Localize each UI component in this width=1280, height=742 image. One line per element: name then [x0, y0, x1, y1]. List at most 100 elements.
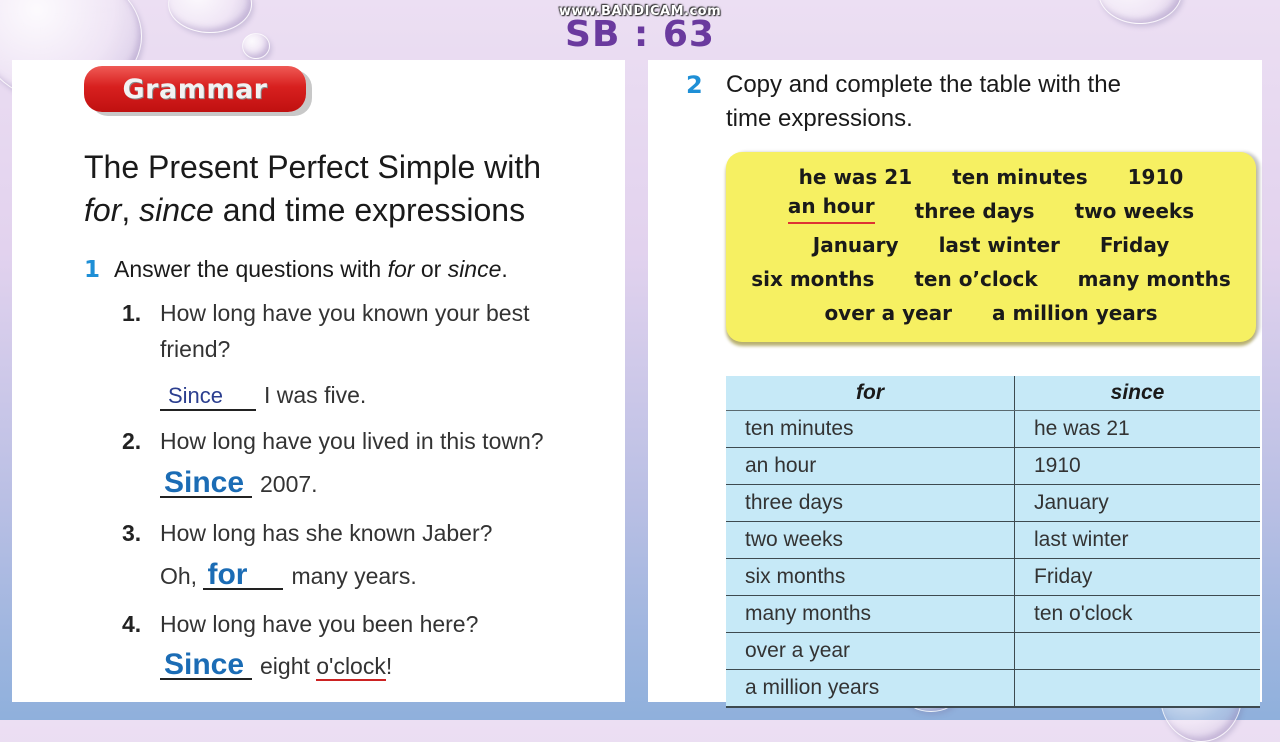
question-2: 2. How long have you lived in this town?	[122, 428, 544, 455]
heading-for: for	[84, 192, 122, 228]
word-item: six months	[751, 267, 875, 291]
word-item: many months	[1077, 267, 1231, 291]
annotated-word: o'clock	[316, 653, 386, 681]
word-item: ten o’clock	[914, 267, 1038, 291]
word-item: last winter	[938, 233, 1060, 257]
heading-rest: and time expressions	[213, 192, 526, 228]
word-item: over a year	[824, 301, 953, 325]
table-row: three days January	[726, 484, 1260, 522]
table-row: an hour 1910	[726, 447, 1260, 485]
table-row: two weeks last winter	[726, 521, 1260, 559]
heading-since: since	[139, 192, 214, 228]
column-header-for: for	[726, 376, 1015, 411]
question-number: 2.	[122, 428, 142, 454]
since-cell[interactable]: January	[1014, 484, 1260, 522]
answer-1: Since I was five.	[160, 382, 366, 411]
word-item: he was 21	[798, 165, 913, 189]
decorative-bubble	[242, 33, 270, 59]
answer-rest: 2007.	[260, 471, 318, 497]
question-text: How long have you lived in this town?	[160, 428, 544, 454]
exercise-number: 1	[84, 257, 101, 283]
grammar-badge: Grammar	[84, 66, 306, 112]
word-item: three days	[914, 199, 1035, 223]
table-header-row: for since	[726, 376, 1260, 411]
heading-line-2: for, since and time expressions	[84, 189, 614, 232]
question-1-line-2: friend?	[160, 336, 231, 362]
question-number: 4.	[122, 611, 142, 637]
section-heading: The Present Perfect Simple with for, sin…	[84, 146, 614, 232]
answer-blank[interactable]: Since	[160, 650, 252, 680]
instruction-since: since	[447, 256, 502, 282]
since-cell[interactable]: he was 21	[1014, 410, 1260, 448]
exercise-2-panel: 2 Copy and complete the table with the t…	[648, 60, 1262, 708]
word-row: over a year a million years	[726, 296, 1256, 330]
instruction-for: for	[387, 256, 415, 282]
answer-4: Since eight o'clock!	[160, 650, 392, 681]
decorative-bubble	[168, 0, 252, 33]
grammar-panel: Grammar The Present Perfect Simple with …	[12, 60, 625, 702]
question-1: 1. How long have you known your best	[122, 300, 530, 327]
word-item: January	[812, 233, 899, 257]
heading-comma: ,	[121, 192, 140, 228]
for-cell[interactable]: three days	[726, 484, 1015, 522]
question-text: How long has she known Jaber?	[160, 520, 493, 546]
since-cell[interactable]: last winter	[1014, 521, 1260, 559]
slide-title: SB : 63	[565, 14, 715, 55]
question-4: 4. How long have you been here?	[122, 611, 478, 638]
word-row: January last winter Friday	[726, 228, 1256, 262]
for-cell[interactable]: six months	[726, 558, 1015, 596]
word-item: Friday	[1099, 233, 1170, 257]
answer-rest: I was five.	[264, 382, 367, 408]
instruction-line-1: Copy and complete the table with the	[726, 71, 1121, 98]
answer-rest: eight	[260, 653, 317, 679]
answer-blank[interactable]: for	[203, 560, 284, 590]
exercise-2-instruction: 2 Copy and complete the table with the t…	[686, 68, 1246, 136]
table-row: a million years	[726, 669, 1260, 708]
word-item: ten minutes	[952, 165, 1088, 189]
word-row: he was 21 ten minutes 1910	[726, 160, 1256, 194]
question-number: 3.	[122, 520, 142, 546]
table-row: over a year	[726, 632, 1260, 670]
answer-blank[interactable]: Since	[160, 468, 252, 498]
answer-blank[interactable]: Since	[160, 383, 256, 411]
question-text: How long have you been here?	[160, 611, 479, 637]
word-item: two weeks	[1074, 199, 1195, 223]
instruction-line-2: time expressions.	[726, 105, 913, 132]
for-cell[interactable]: two weeks	[726, 521, 1015, 559]
word-item-annotated: an hour	[787, 194, 875, 224]
time-expressions-box: he was 21 ten minutes 1910 an hour three…	[726, 152, 1256, 342]
for-cell[interactable]: ten minutes	[726, 410, 1015, 448]
for-cell[interactable]: over a year	[726, 632, 1015, 670]
word-item: a million years	[992, 301, 1158, 325]
word-row: an hour three days two weeks	[726, 194, 1256, 228]
for-cell[interactable]: a million years	[726, 669, 1015, 708]
word-item: 1910	[1127, 165, 1184, 189]
answer-2: Since 2007.	[160, 468, 318, 498]
table-row: ten minutes he was 21	[726, 410, 1260, 448]
since-cell-empty[interactable]	[1014, 632, 1260, 670]
for-since-table: for since ten minutes he was 21 an hour 19…	[726, 376, 1260, 708]
question-text: How long have you known your best	[160, 300, 530, 326]
table-row: many months ten o'clock	[726, 595, 1260, 633]
word-row: six months ten o’clock many months	[726, 262, 1256, 296]
decorative-bubble	[1098, 0, 1182, 24]
answer-prefix: Oh,	[160, 563, 198, 589]
for-cell[interactable]: an hour	[726, 447, 1015, 485]
instruction-text: Answer the questions with	[114, 256, 388, 282]
since-cell[interactable]: ten o'clock	[1014, 595, 1260, 633]
since-cell[interactable]: 1910	[1014, 447, 1260, 485]
exercise-1-instruction: 1 Answer the questions with for or since.	[84, 256, 508, 283]
for-cell[interactable]: many months	[726, 595, 1015, 633]
since-cell[interactable]: Friday	[1014, 558, 1260, 596]
question-number: 1.	[122, 300, 142, 326]
instruction-end: .	[501, 256, 508, 282]
grammar-badge-label: Grammar	[122, 73, 268, 105]
answer-3: Oh, for many years.	[160, 560, 417, 590]
table-row: six months Friday	[726, 558, 1260, 596]
heading-line-1: The Present Perfect Simple with	[84, 149, 542, 185]
exercise-number: 2	[686, 71, 703, 99]
answer-rest: many years.	[291, 563, 417, 589]
question-3: 3. How long has she known Jaber?	[122, 520, 492, 547]
since-cell-empty[interactable]	[1014, 669, 1260, 708]
instruction-or: or	[414, 256, 448, 282]
